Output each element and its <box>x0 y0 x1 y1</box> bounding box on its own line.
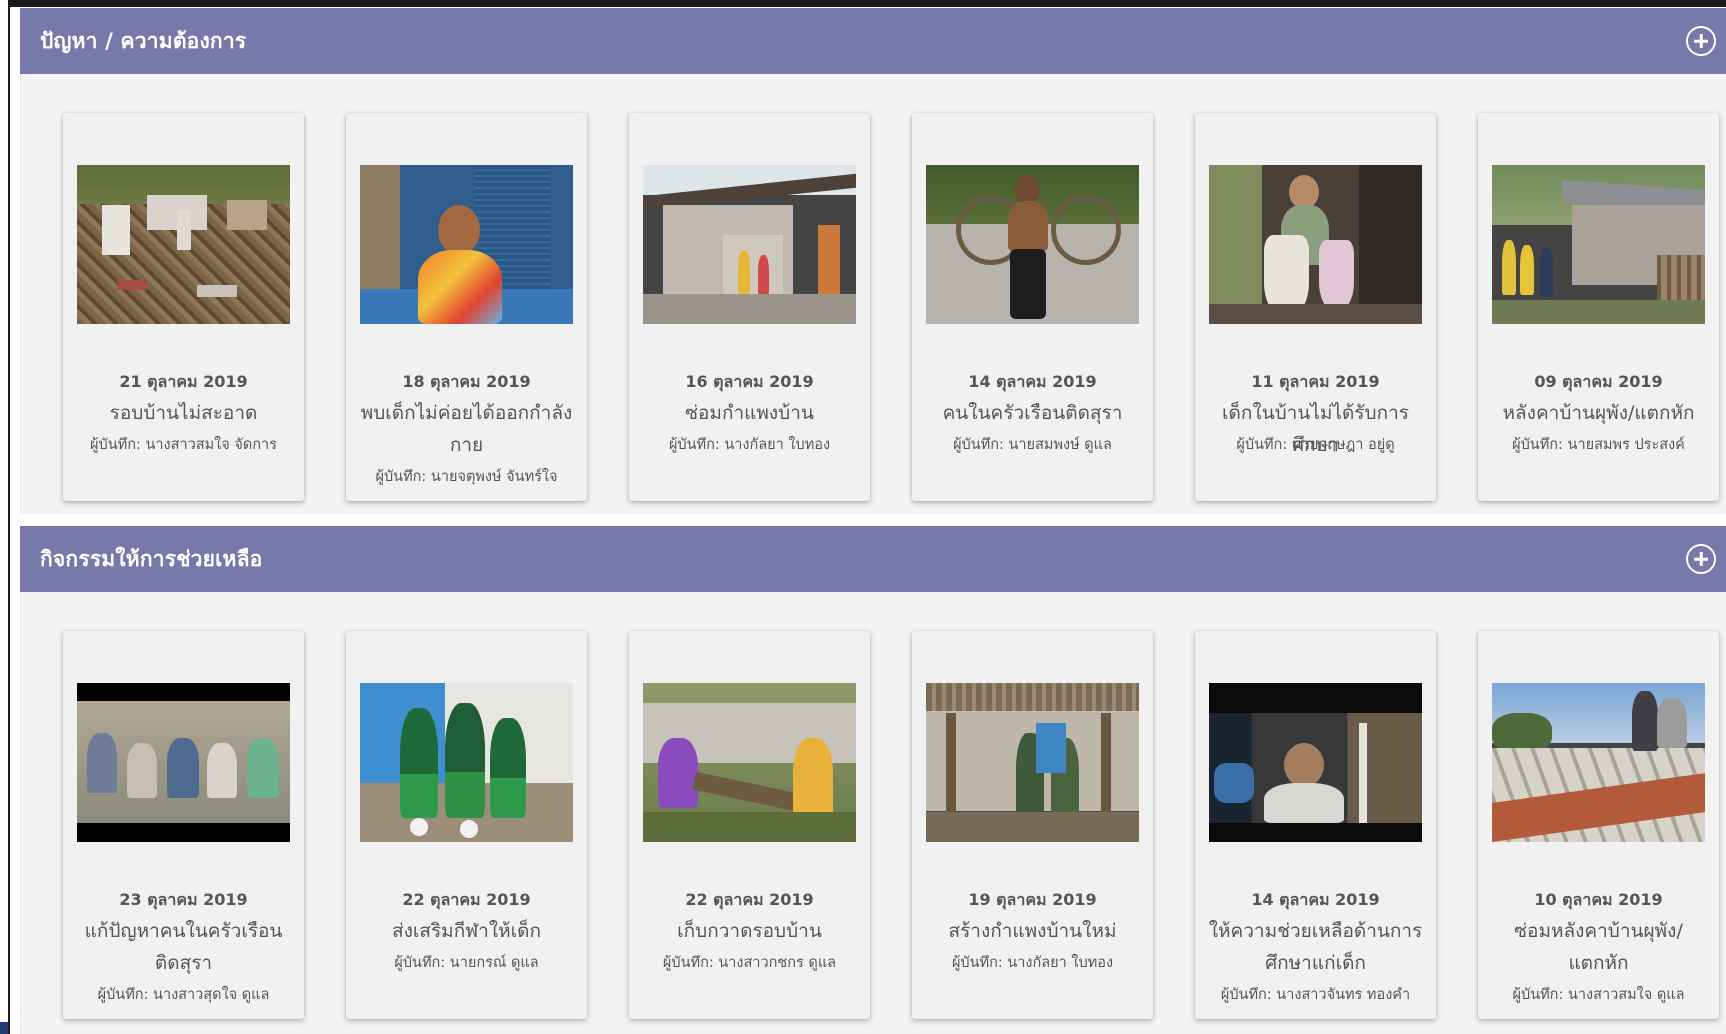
window-left-border <box>0 0 10 1034</box>
section-header: ปัญหา / ความต้องการ <box>20 8 1726 74</box>
roof-repair-photo <box>1492 683 1705 842</box>
card-date: 18 ตุลาคม 2019 <box>402 372 531 391</box>
kids-football-photo <box>360 683 573 842</box>
plus-circle-icon[interactable] <box>1686 544 1716 574</box>
card-date: 09 ตุลาคม 2019 <box>1534 372 1663 391</box>
yard-cleanup-photo <box>643 683 856 842</box>
card-recorder: ผู้บันทึก: นายสมพงษ์ ดูแล <box>953 437 1112 453</box>
activity-card-6[interactable]: 10 ตุลาคม 2019 ซ่อมหลังคาบ้านผุพัง/แตกหั… <box>1478 631 1719 1019</box>
activity-card-4[interactable]: 19 ตุลาคม 2019 สร้างกำแพงบ้านใหม่ ผู้บัน… <box>912 631 1153 1019</box>
man-with-bicycle-photo <box>926 165 1139 324</box>
card-recorder: ผู้บันทึก: นางกัลยา ใบทอง <box>668 437 831 453</box>
problem-card-2[interactable]: 18 ตุลาคม 2019 พบเด็กไม่ค่อยได้ออกกำลังก… <box>346 113 587 501</box>
card-date: 23 ตุลาคม 2019 <box>119 890 248 909</box>
child-studying-photo <box>1209 683 1422 842</box>
activity-card-5[interactable]: 14 ตุลาคม 2019 ให้ความช่วยเหลือด้านการศึ… <box>1195 631 1436 1019</box>
card-recorder: ผู้บันทึก: นายกฤษฎา อยู่ดู <box>1236 437 1395 453</box>
section-header: กิจกรรมให้การช่วยเหลือ <box>20 526 1726 592</box>
problem-card-1[interactable]: 21 ตุลาคม 2019 รอบบ้านไม่สะอาด ผู้บันทึก… <box>63 113 304 501</box>
card-recorder: ผู้บันทึก: นายกรณ์ ดูแล <box>394 955 539 971</box>
card-date: 11 ตุลาคม 2019 <box>1251 372 1380 391</box>
problem-card-4[interactable]: 14 ตุลาคม 2019 คนในครัวเรือนติดสุรา ผู้บ… <box>912 113 1153 501</box>
card-row: 21 ตุลาคม 2019 รอบบ้านไม่สะอาด ผู้บันทึก… <box>20 74 1726 514</box>
card-recorder: ผู้บันทึก: นายสมพร ประสงค์ <box>1512 437 1685 453</box>
problem-card-6[interactable]: 09 ตุลาคม 2019 หลังคาบ้านผุพัง/แตกหัก ผู… <box>1478 113 1719 501</box>
card-title: หลังคาบ้านผุพัง/แตกหัก <box>1502 402 1695 424</box>
child-sitting-photo <box>360 165 573 324</box>
card-date: 19 ตุลาคม 2019 <box>968 890 1097 909</box>
card-recorder: ผู้บันทึก: นางสาวสุดใจ ดูแล <box>97 987 270 1003</box>
meeting-crowd-photo <box>77 683 290 842</box>
card-row: 23 ตุลาคม 2019 แก้ปัญหาคนในครัวเรือนติดส… <box>20 592 1726 1034</box>
assistance-section: กิจกรรมให้การช่วยเหลือ 23 ตุลาคม 2019 แก… <box>20 526 1726 1034</box>
problem-card-5[interactable]: 11 ตุลาคม 2019 เด็กในบ้านไม่ได้รับการศึก… <box>1195 113 1436 501</box>
card-date: 22 ตุลาคม 2019 <box>685 890 814 909</box>
building-wall-photo <box>926 683 1139 842</box>
card-recorder: ผู้บันทึก: นางสาวสมใจ จัดการ <box>90 437 277 453</box>
section-title: กิจกรรมให้การช่วยเหลือ <box>40 546 263 571</box>
damaged-roof-house-photo <box>1492 165 1705 324</box>
activity-card-3[interactable]: 22 ตุลาคม 2019 เก็บกวาดรอบบ้าน ผู้บันทึก… <box>629 631 870 1019</box>
card-recorder: ผู้บันทึก: นางสาวสมใจ ดูแล <box>1512 987 1685 1003</box>
card-title: แก้ปัญหาคนในครัวเรือนติดสุรา <box>84 920 283 974</box>
card-recorder: ผู้บันทึก: นายจตุพงษ์ จันทร์ใจ <box>375 469 558 485</box>
card-date: 10 ตุลาคม 2019 <box>1534 890 1663 909</box>
card-title: สร้างกำแพงบ้านใหม่ <box>948 920 1117 942</box>
problem-card-3[interactable]: 16 ตุลาคม 2019 ซ่อมกำแพงบ้าน ผู้บันทึก: … <box>629 113 870 501</box>
card-date: 22 ตุลาคม 2019 <box>402 890 531 909</box>
card-title: ซ่อมหลังคาบ้านผุพัง/แตกหัก <box>1514 920 1683 974</box>
card-recorder: ผู้บันทึก: นางกัลยา ใบทอง <box>951 955 1114 971</box>
card-title: ให้ความช่วยเหลือด้านการศึกษาแก่เด็ก <box>1208 920 1423 974</box>
card-title: ส่งเสริมกีฬาให้เด็ก <box>392 920 541 942</box>
card-date: 14 ตุลาคม 2019 <box>968 372 1097 391</box>
card-title: พบเด็กไม่ค่อยได้ออกกำลังกาย <box>360 402 573 456</box>
card-title: ซ่อมกำแพงบ้าน <box>685 402 814 424</box>
plus-circle-icon[interactable] <box>1686 26 1716 56</box>
child-with-bags-photo <box>1209 165 1422 324</box>
card-title: คนในครัวเรือนติดสุรา <box>942 402 1123 424</box>
card-title: รอบบ้านไม่สะอาด <box>109 402 258 424</box>
card-title: เก็บกวาดรอบบ้าน <box>677 920 822 942</box>
broken-house-photo <box>643 165 856 324</box>
card-date: 16 ตุลาคม 2019 <box>685 372 814 391</box>
card-recorder: ผู้บันทึก: นางสาวจันทร ทองคำ <box>1220 987 1411 1003</box>
activity-card-2[interactable]: 22 ตุลาคม 2019 ส่งเสริมกีฬาให้เด็ก ผู้บั… <box>346 631 587 1019</box>
card-date: 14 ตุลาคม 2019 <box>1251 890 1380 909</box>
section-title: ปัญหา / ความต้องการ <box>40 28 247 53</box>
window-top-border <box>0 0 1726 7</box>
card-date: 21 ตุลาคม 2019 <box>119 372 248 391</box>
corner-marker <box>0 1022 8 1034</box>
messy-yard-photo <box>77 165 290 324</box>
activity-card-1[interactable]: 23 ตุลาคม 2019 แก้ปัญหาคนในครัวเรือนติดส… <box>63 631 304 1019</box>
card-recorder: ผู้บันทึก: นางสาวกชกร ดูแล <box>662 955 837 971</box>
problems-section: ปัญหา / ความต้องการ 21 ตุลาคม 2019 รอบบ้… <box>20 8 1726 514</box>
